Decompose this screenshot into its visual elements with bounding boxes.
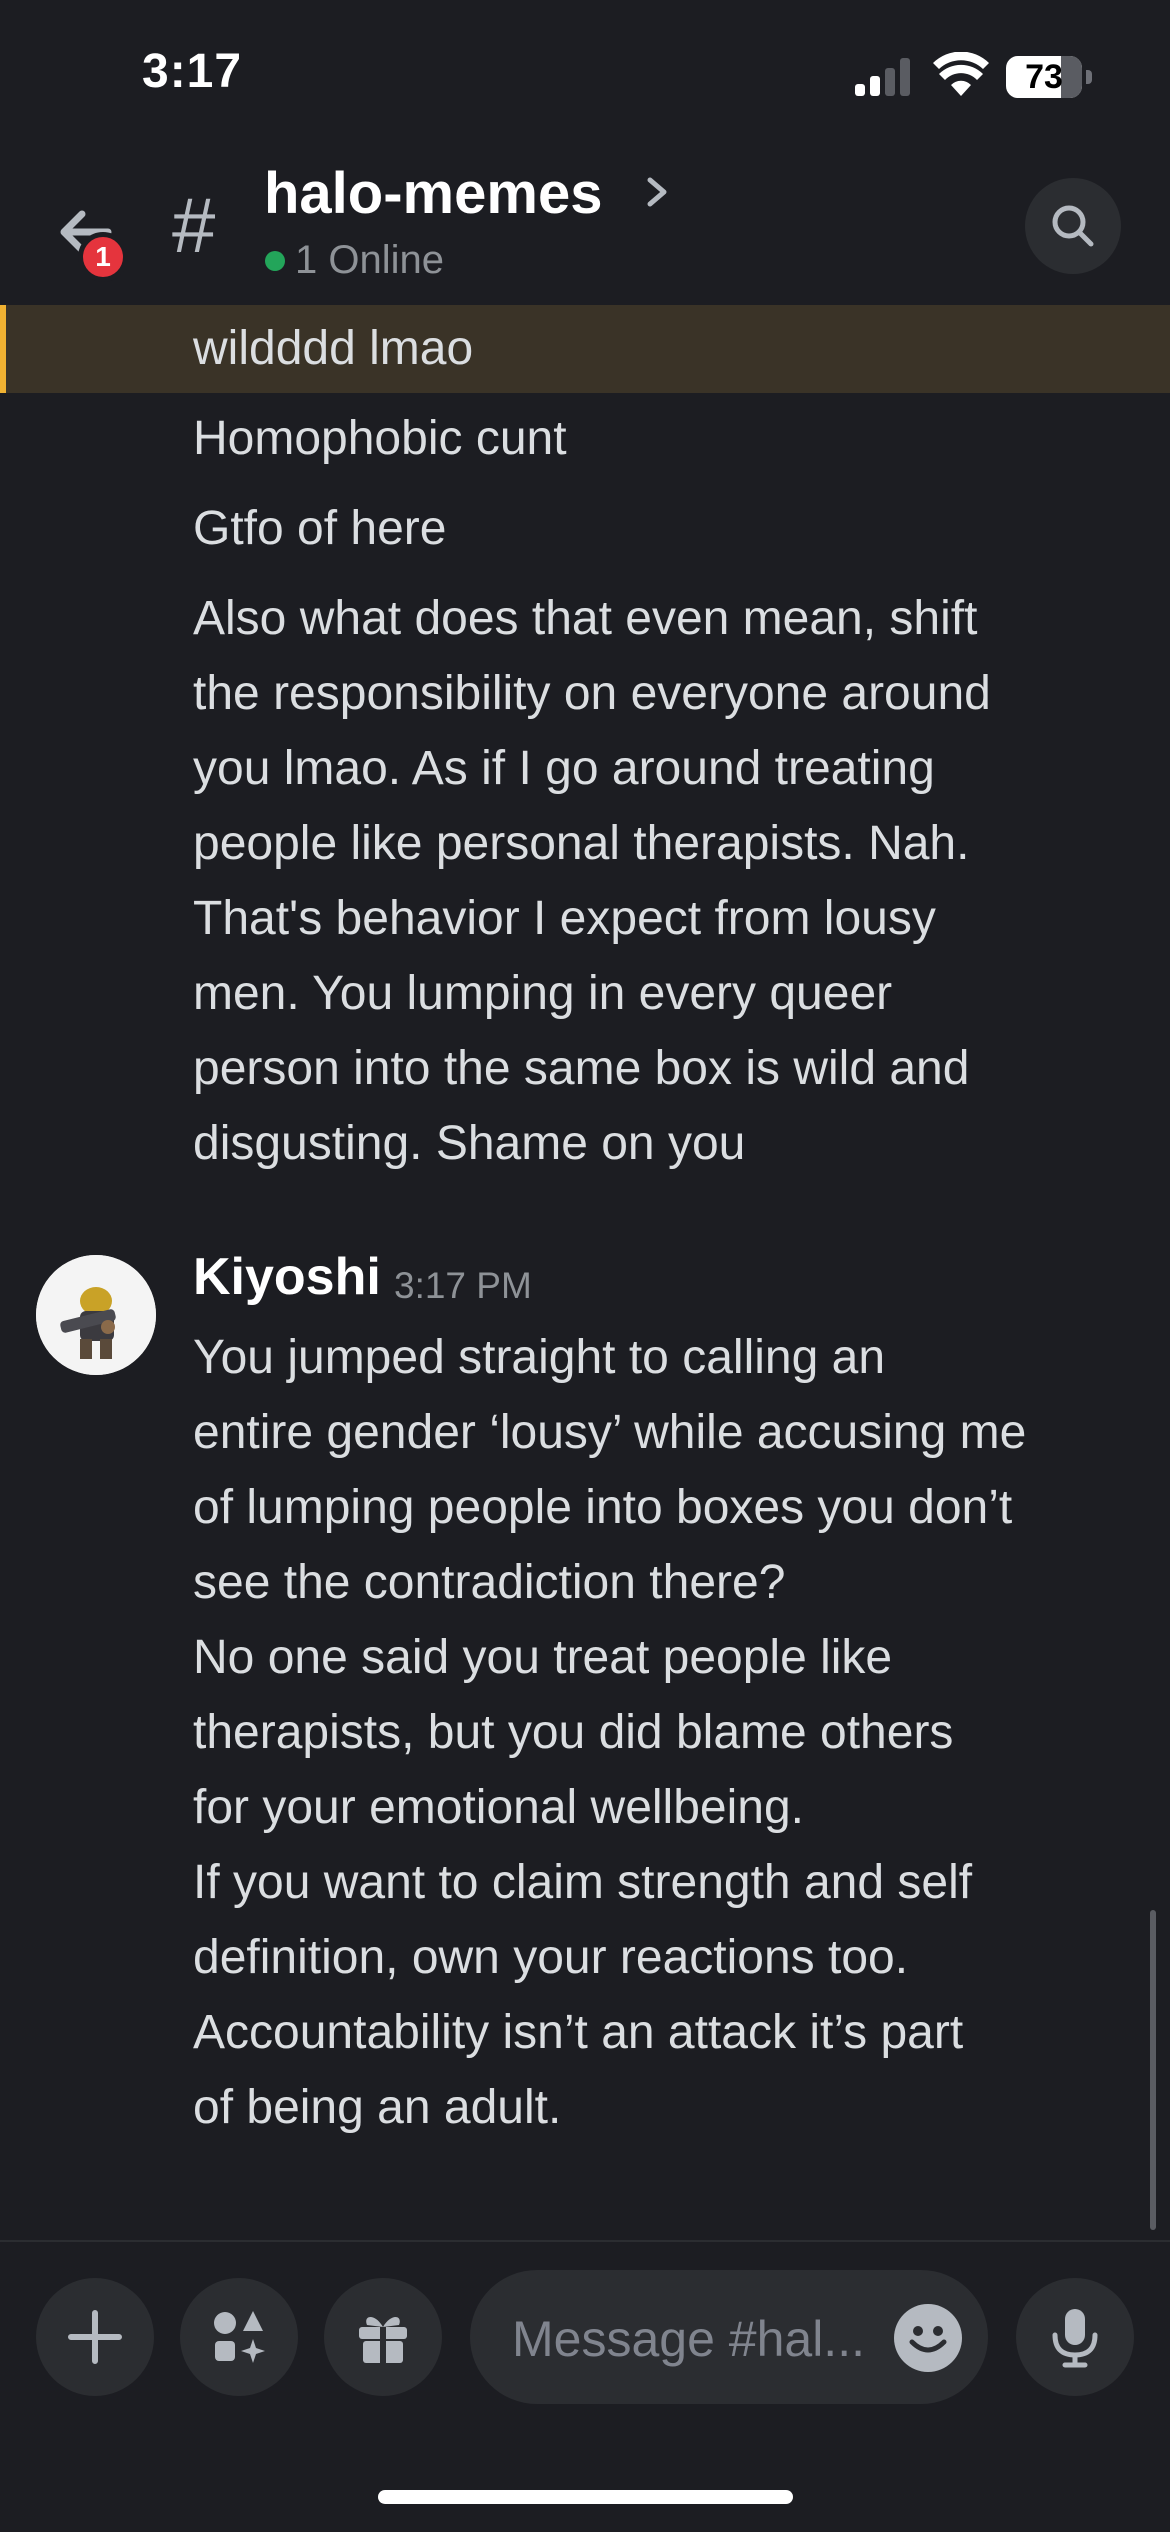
online-count: 1 Online — [295, 238, 444, 282]
message-text: Homophobic cunt — [193, 412, 567, 465]
battery-indicator: 73 — [1006, 56, 1092, 98]
voice-message-button[interactable] — [1016, 2278, 1134, 2396]
battery-percentage: 73 — [1025, 58, 1063, 96]
plus-icon — [68, 2310, 122, 2364]
message-text: Accountability isn’t an attack it’s part — [193, 2006, 964, 2059]
composer-divider — [0, 2240, 1170, 2242]
search-button[interactable] — [1025, 178, 1121, 274]
message-author[interactable]: Kiyoshi — [193, 1247, 381, 1307]
message-text: you lmao. As if I go around treating — [193, 742, 935, 795]
apps-icon — [214, 2311, 265, 2363]
message-text: No one said you treat people like — [193, 1631, 893, 1684]
message-text: for your emotional wellbeing. — [193, 1781, 804, 1834]
message-text: entire gender ‘lousy’ while accusing me — [193, 1406, 1027, 1459]
discord-channel-screen: 3:17 73 1 # halo-memes 1 Online wildddd … — [0, 0, 1170, 2532]
emoji-button[interactable] — [894, 2304, 962, 2372]
message-text: the responsibility on everyone around — [193, 667, 991, 720]
message-text: men. You lumping in every queer — [193, 967, 893, 1020]
avatar[interactable] — [36, 1255, 156, 1375]
emoji-icon — [909, 2326, 947, 2353]
channel-name[interactable]: halo-memes — [264, 160, 602, 227]
apps-button[interactable] — [180, 2278, 298, 2396]
message-timestamp: 3:17 PM — [394, 1265, 532, 1306]
online-status: 1 Online — [265, 238, 444, 283]
unread-badge: 1 — [78, 232, 128, 282]
scrollbar[interactable] — [1150, 1910, 1156, 2230]
message-text: You jumped straight to calling an — [193, 1331, 886, 1384]
message-text: see the contradiction there? — [193, 1556, 786, 1609]
message-text: definition, own your reactions too. — [193, 1931, 909, 1984]
online-dot-icon — [265, 250, 285, 271]
hash-icon: # — [172, 181, 216, 269]
message-text: therapists, but you did blame others — [193, 1706, 954, 1759]
message-text: Also what does that even mean, shift — [193, 592, 978, 645]
message-text: That's behavior I expect from lousy — [193, 892, 936, 945]
message-text: people like personal therapists. Nah. — [193, 817, 970, 870]
message-input-placeholder: Message #hal... — [512, 2311, 865, 2367]
channel-header: 1 # halo-memes 1 Online — [0, 150, 1170, 305]
status-time: 3:17 — [142, 45, 243, 98]
avatar-image — [36, 1255, 156, 1375]
cellular-signal-icon — [855, 58, 911, 96]
message-text: wildddd lmao — [193, 322, 474, 375]
message-text: Gtfo of here — [193, 502, 447, 555]
wifi-icon — [933, 52, 989, 96]
home-indicator[interactable] — [378, 2490, 793, 2504]
microphone-icon — [1052, 2309, 1098, 2368]
message-list[interactable]: wildddd lmao Homophobic cunt Gtfo of her… — [0, 305, 1170, 2240]
message-text: If you want to claim strength and self — [193, 1856, 973, 1909]
status-bar: 3:17 73 — [0, 0, 1170, 150]
message-text: person into the same box is wild and — [193, 1042, 970, 1095]
search-icon — [1052, 205, 1094, 247]
gift-button[interactable] — [324, 2278, 442, 2396]
chevron-right-icon[interactable] — [642, 172, 672, 212]
gift-icon — [359, 2317, 407, 2363]
message-input[interactable]: Message #hal... — [470, 2270, 988, 2404]
message-text: disgusting. Shame on you — [193, 1117, 746, 1170]
message-text: of lumping people into boxes you don’t — [193, 1481, 1013, 1534]
add-attachment-button[interactable] — [36, 2278, 154, 2396]
message-text: of being an adult. — [193, 2081, 562, 2134]
